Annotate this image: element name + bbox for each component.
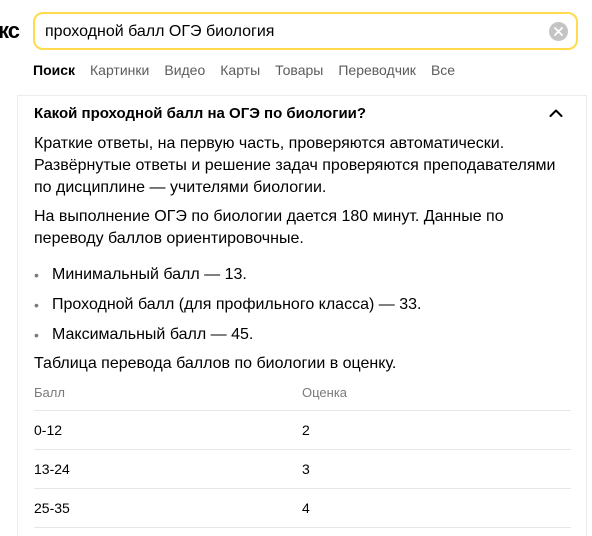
table-header: Балл Оценка	[34, 382, 571, 411]
bullet-icon: •	[34, 267, 39, 283]
bullet-icon: •	[34, 327, 39, 343]
tab-translator[interactable]: Переводчик	[338, 62, 416, 84]
list-item: • Минимальный балл — 13.	[34, 264, 421, 294]
cell-score: 25-35	[34, 500, 70, 516]
chevron-up-icon[interactable]	[549, 108, 563, 118]
score-table: Балл Оценка 0-12 2 13-24 3 25-35 4	[34, 382, 571, 528]
header-grade: Оценка	[302, 385, 348, 400]
cell-score: 13-24	[34, 461, 70, 477]
header: кс Поиск Картинки Видео Карты Товары Пер…	[0, 0, 592, 78]
logo[interactable]: кс	[0, 18, 20, 44]
table-row: 13-24 3	[34, 450, 571, 489]
search-tabs: Поиск Картинки Видео Карты Товары Перево…	[33, 62, 470, 84]
question-title[interactable]: Какой проходной балл на ОГЭ по биологии?	[34, 105, 366, 122]
answer-card: Какой проходной балл на ОГЭ по биологии?…	[17, 95, 587, 536]
cell-grade: 3	[302, 461, 310, 477]
list-item: • Проходной балл (для профильного класса)…	[34, 294, 421, 324]
search-input[interactable]	[45, 20, 535, 44]
bullet-icon: •	[34, 297, 39, 313]
header-score: Балл	[34, 385, 65, 400]
clear-icon[interactable]	[549, 22, 568, 41]
tab-goods[interactable]: Товары	[275, 62, 323, 84]
cell-grade: 4	[302, 500, 310, 516]
tab-images[interactable]: Картинки	[90, 62, 149, 84]
answer-paragraph-2: На выполнение ОГЭ по биологии дается 180…	[34, 208, 504, 247]
table-row: 25-35 4	[34, 489, 571, 528]
answer-paragraph-1: Краткие ответы, на первую часть, проверя…	[34, 135, 556, 196]
search-box[interactable]	[33, 12, 578, 50]
table-row: 0-12 2	[34, 411, 571, 450]
tab-all[interactable]: Все	[431, 62, 455, 84]
tab-video[interactable]: Видео	[164, 62, 205, 84]
score-list: • Минимальный балл — 13. • Проходной балл …	[34, 264, 421, 354]
tab-maps[interactable]: Карты	[220, 62, 260, 84]
tab-search[interactable]: Поиск	[33, 62, 75, 84]
cell-score: 0-12	[34, 422, 63, 438]
cell-grade: 2	[302, 422, 310, 438]
list-item: • Максимальный балл — 45.	[34, 324, 421, 354]
table-caption: Таблица перевода баллов по биологии в оц…	[34, 355, 397, 372]
